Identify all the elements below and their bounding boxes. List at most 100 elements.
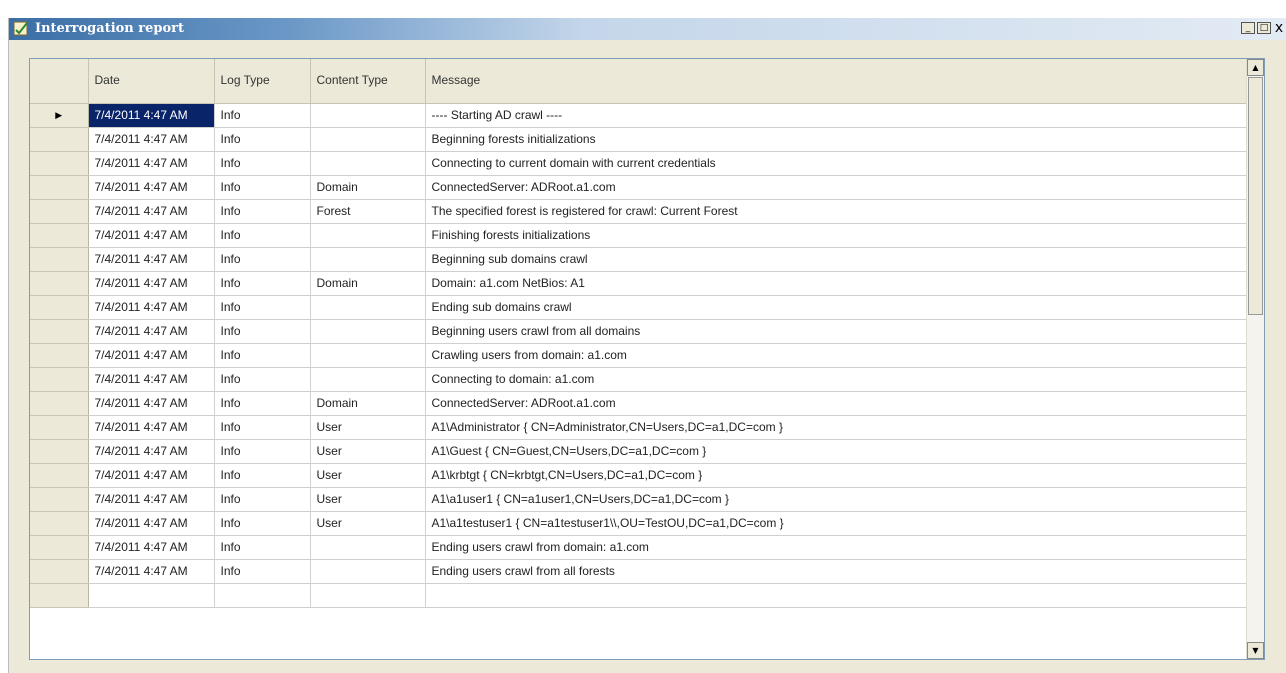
cell-date[interactable]: 7/4/2011 4:47 AM bbox=[88, 559, 215, 584]
row-header[interactable] bbox=[30, 343, 89, 368]
cell-log-type[interactable]: Info bbox=[214, 463, 311, 488]
table-row[interactable]: 7/4/2011 4:47 AM Info Beginning forests in… bbox=[30, 127, 1250, 152]
cell-content-type[interactable] bbox=[310, 583, 426, 608]
row-header[interactable] bbox=[30, 295, 89, 320]
cell-message[interactable]: ConnectedServer: ADRoot.a1.com bbox=[425, 175, 1250, 200]
row-header[interactable] bbox=[30, 559, 89, 584]
cell-message[interactable]: Connecting to domain: a1.com bbox=[425, 367, 1250, 392]
cell-log-type[interactable]: Info bbox=[214, 271, 311, 296]
close-button[interactable]: x bbox=[1273, 21, 1285, 35]
row-header[interactable] bbox=[30, 535, 89, 560]
cell-log-type[interactable]: Info bbox=[214, 415, 311, 440]
cell-message[interactable]: Crawling users from domain: a1.com bbox=[425, 343, 1250, 368]
cell-content-type[interactable] bbox=[310, 247, 426, 272]
cell-message[interactable]: ConnectedServer: ADRoot.a1.com bbox=[425, 391, 1250, 416]
cell-message[interactable]: Ending sub domains crawl bbox=[425, 295, 1250, 320]
cell-message[interactable]: Beginning users crawl from all domains bbox=[425, 319, 1250, 344]
cell-message[interactable]: Ending users crawl from all forests bbox=[425, 559, 1250, 584]
cell-message[interactable]: Finishing forests initializations bbox=[425, 223, 1250, 248]
table-row[interactable]: 7/4/2011 4:47 AM Info User A1\krbtgt { CN=k… bbox=[30, 463, 1250, 488]
cell-content-type[interactable] bbox=[310, 559, 426, 584]
cell-content-type[interactable] bbox=[310, 319, 426, 344]
cell-date[interactable]: 7/4/2011 4:47 AM bbox=[88, 367, 215, 392]
cell-date[interactable] bbox=[88, 583, 215, 608]
table-row[interactable]: 7/4/2011 4:47 AM Info Ending sub domains c… bbox=[30, 295, 1250, 320]
cell-message[interactable] bbox=[425, 583, 1250, 608]
row-header[interactable] bbox=[30, 127, 89, 152]
cell-log-type[interactable]: Info bbox=[214, 559, 311, 584]
table-row[interactable]: 7/4/2011 4:47 AM Info Crawling users from … bbox=[30, 343, 1250, 368]
cell-content-type[interactable]: Domain bbox=[310, 391, 426, 416]
column-header-log-type[interactable]: Log Type bbox=[214, 59, 311, 104]
table-row[interactable]: 7/4/2011 4:47 AM Info User A1\Administrator… bbox=[30, 415, 1250, 440]
table-row[interactable]: 7/4/2011 4:47 AM Info Ending users crawl f… bbox=[30, 535, 1250, 560]
cell-message[interactable]: A1\krbtgt { CN=krbtgt,CN=Users,DC=a1,DC=… bbox=[425, 463, 1250, 488]
cell-content-type[interactable]: User bbox=[310, 511, 426, 536]
cell-message[interactable]: The specified forest is registered for c… bbox=[425, 199, 1250, 224]
cell-content-type[interactable] bbox=[310, 223, 426, 248]
table-row[interactable] bbox=[30, 583, 1250, 608]
cell-message[interactable]: Connecting to current domain with curren… bbox=[425, 151, 1250, 176]
cell-message[interactable]: A1\Administrator { CN=Administrator,CN=U… bbox=[425, 415, 1250, 440]
cell-message[interactable]: Ending users crawl from domain: a1.com bbox=[425, 535, 1250, 560]
cell-date[interactable]: 7/4/2011 4:47 AM bbox=[88, 463, 215, 488]
table-row[interactable]: 7/4/2011 4:47 AM Info Beginning sub domain… bbox=[30, 247, 1250, 272]
cell-date[interactable]: 7/4/2011 4:47 AM bbox=[88, 151, 215, 176]
cell-content-type[interactable] bbox=[310, 343, 426, 368]
cell-message[interactable]: ---- Starting AD crawl ---- bbox=[425, 103, 1250, 128]
cell-log-type[interactable]: Info bbox=[214, 295, 311, 320]
cell-content-type[interactable]: Domain bbox=[310, 175, 426, 200]
row-header[interactable] bbox=[30, 463, 89, 488]
cell-date[interactable]: 7/4/2011 4:47 AM bbox=[88, 295, 215, 320]
cell-content-type[interactable] bbox=[310, 127, 426, 152]
cell-message[interactable]: A1\a1testuser1 { CN=a1testuser1\\,OU=Tes… bbox=[425, 511, 1250, 536]
cell-message[interactable]: A1\Guest { CN=Guest,CN=Users,DC=a1,DC=co… bbox=[425, 439, 1250, 464]
cell-date[interactable]: 7/4/2011 4:47 AM bbox=[88, 319, 215, 344]
row-header[interactable] bbox=[30, 583, 89, 608]
row-header[interactable] bbox=[30, 175, 89, 200]
table-row[interactable]: 7/4/2011 4:47 AM Info Domain Domain: a1.com… bbox=[30, 271, 1250, 296]
cell-content-type[interactable] bbox=[310, 535, 426, 560]
cell-log-type[interactable]: Info bbox=[214, 535, 311, 560]
row-header[interactable] bbox=[30, 271, 89, 296]
table-row[interactable]: 7/4/2011 4:47 AM Info Domain ConnectedServe… bbox=[30, 175, 1250, 200]
cell-message[interactable]: A1\a1user1 { CN=a1user1,CN=Users,DC=a1,D… bbox=[425, 487, 1250, 512]
maximize-button[interactable]: □ bbox=[1257, 22, 1271, 34]
cell-log-type[interactable]: Info bbox=[214, 247, 311, 272]
row-header[interactable] bbox=[30, 199, 89, 224]
vertical-scrollbar[interactable]: ▲ ▼ bbox=[1246, 59, 1264, 659]
cell-log-type[interactable]: Info bbox=[214, 439, 311, 464]
title-bar[interactable]: Interrogation report _ □ x bbox=[9, 18, 1286, 40]
scroll-up-arrow[interactable]: ▲ bbox=[1247, 59, 1264, 76]
cell-date[interactable]: 7/4/2011 4:47 AM bbox=[88, 175, 215, 200]
row-header[interactable] bbox=[30, 391, 89, 416]
cell-log-type[interactable]: Info bbox=[214, 175, 311, 200]
cell-log-type[interactable]: Info bbox=[214, 127, 311, 152]
cell-date[interactable]: 7/4/2011 4:47 AM bbox=[88, 439, 215, 464]
cell-date[interactable]: 7/4/2011 4:47 AM bbox=[88, 247, 215, 272]
cell-date[interactable]: 7/4/2011 4:47 AM bbox=[88, 487, 215, 512]
cell-date[interactable]: 7/4/2011 4:47 AM bbox=[88, 199, 215, 224]
column-header-date[interactable]: Date bbox=[88, 59, 215, 104]
cell-log-type[interactable]: Info bbox=[214, 223, 311, 248]
table-row[interactable]: 7/4/2011 4:47 AM Info Domain ConnectedServe… bbox=[30, 391, 1250, 416]
table-row[interactable]: 7/4/2011 4:47 AM Info Finishing forests in… bbox=[30, 223, 1250, 248]
cell-date[interactable]: 7/4/2011 4:47 AM bbox=[88, 127, 215, 152]
cell-date[interactable]: 7/4/2011 4:47 AM bbox=[88, 223, 215, 248]
cell-log-type[interactable]: Info bbox=[214, 343, 311, 368]
cell-date[interactable]: 7/4/2011 4:47 AM bbox=[88, 511, 215, 536]
cell-log-type[interactable]: Info bbox=[214, 487, 311, 512]
cell-date[interactable]: 7/4/2011 4:47 AM bbox=[88, 391, 215, 416]
cell-log-type[interactable]: Info bbox=[214, 103, 311, 128]
cell-date[interactable]: 7/4/2011 4:47 AM bbox=[88, 343, 215, 368]
scroll-down-arrow[interactable]: ▼ bbox=[1247, 642, 1264, 659]
cell-date[interactable]: 7/4/2011 4:47 AM bbox=[88, 271, 215, 296]
scroll-thumb[interactable] bbox=[1248, 77, 1263, 315]
cell-date[interactable]: 7/4/2011 4:47 AM bbox=[88, 415, 215, 440]
row-header[interactable] bbox=[30, 439, 89, 464]
cell-message[interactable]: Domain: a1.com NetBios: A1 bbox=[425, 271, 1250, 296]
cell-log-type[interactable]: Info bbox=[214, 391, 311, 416]
table-row[interactable]: 7/4/2011 4:47 AM Info User A1\a1user1 { CN=… bbox=[30, 487, 1250, 512]
row-header[interactable] bbox=[30, 511, 89, 536]
row-header[interactable] bbox=[30, 319, 89, 344]
